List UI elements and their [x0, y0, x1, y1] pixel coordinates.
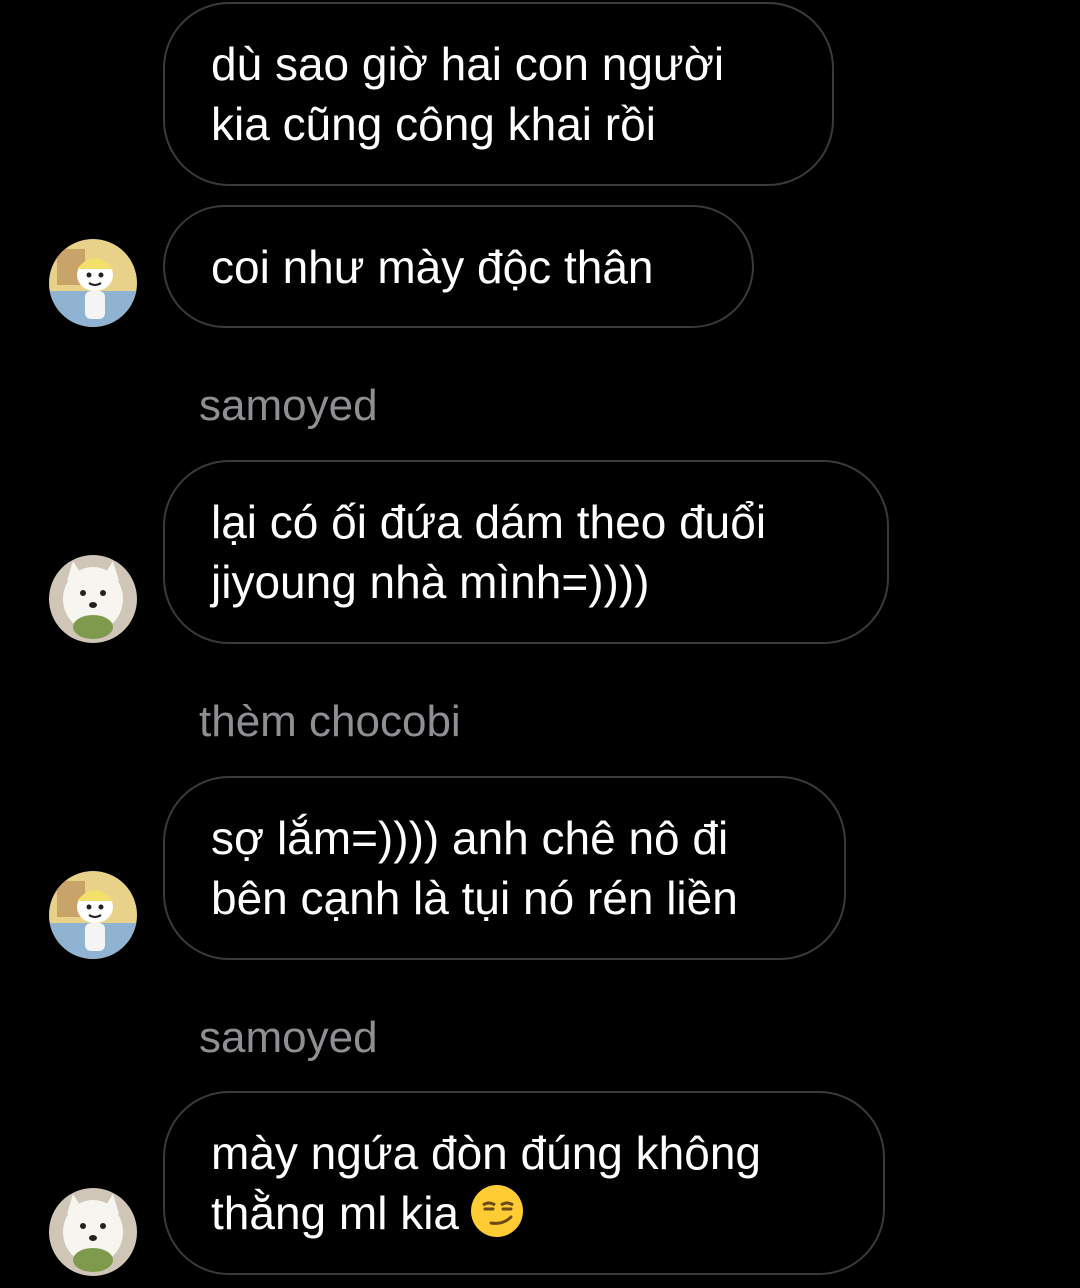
message-bubble[interactable]: coi như mày độc thân: [163, 205, 754, 328]
message-bubble[interactable]: lại có ối đứa dám theo đuổi jiyoung nhà …: [163, 460, 889, 644]
cartoon-avatar[interactable]: [49, 871, 137, 959]
message-bubble[interactable]: sợ lắm=)))) anh chê nô đi bên cạnh là tụ…: [163, 776, 846, 960]
message-text: coi như mày độc thân: [211, 240, 654, 293]
message-bubble[interactable]: mày ngứa đòn đúng không thằng ml kia: [163, 1091, 885, 1275]
message-bubble[interactable]: dù sao giờ hai con người kia cũng công k…: [163, 2, 834, 186]
message-text: mày ngứa đòn đúng không thằng ml kia: [211, 1127, 761, 1239]
message-text: lại có ối đứa dám theo đuổi jiyoung nhà …: [211, 496, 767, 608]
smirking-face-emoji: [469, 1183, 525, 1239]
samoyed-dog-avatar[interactable]: [49, 1188, 137, 1276]
samoyed-dog-avatar[interactable]: [49, 555, 137, 643]
cartoon-avatar[interactable]: [49, 239, 137, 327]
message-text: sợ lắm=)))) anh chê nô đi bên cạnh là tụ…: [211, 812, 738, 924]
sender-name: thèm chocobi: [199, 697, 461, 746]
message-text: dù sao giờ hai con người kia cũng công k…: [211, 38, 725, 150]
sender-name: samoyed: [199, 1013, 378, 1062]
sender-name: samoyed: [199, 381, 378, 430]
